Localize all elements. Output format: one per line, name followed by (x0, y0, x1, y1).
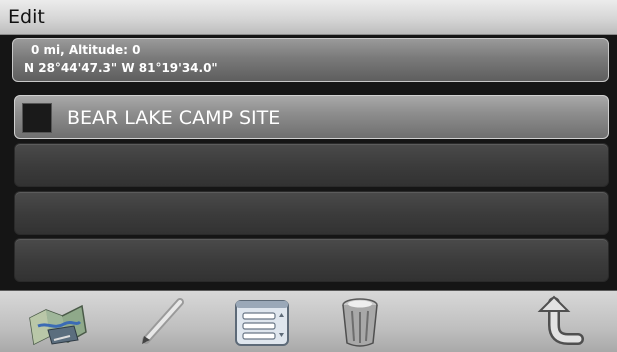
coordinates-text: N 28°44'47.3" W 81°19'34.0" (24, 61, 218, 75)
empty-row-3[interactable] (14, 238, 609, 282)
list-menu-icon (235, 300, 289, 346)
menu-button[interactable] (226, 291, 298, 352)
rename-button[interactable] (126, 291, 198, 352)
edit-screen: Edit 0 mi, Altitude: 0 N 28°44'47.3" W 8… (0, 0, 617, 352)
empty-row-1[interactable] (14, 143, 609, 187)
page-title: Edit (8, 6, 45, 28)
empty-row-2[interactable] (14, 191, 609, 235)
back-button[interactable] (526, 291, 598, 352)
location-info-panel: 0 mi, Altitude: 0 N 28°44'47.3" W 81°19'… (12, 38, 609, 82)
map-icon (29, 304, 87, 346)
map-button[interactable] (22, 291, 94, 352)
pencil-icon (142, 298, 184, 344)
waypoint-name-label: BEAR LAKE CAMP SITE (67, 107, 281, 129)
bottom-toolbar (0, 290, 617, 352)
waypoint-color-swatch[interactable] (22, 103, 52, 133)
waypoint-row-selected[interactable]: BEAR LAKE CAMP SITE (14, 95, 609, 139)
trash-can-icon (342, 298, 378, 347)
distance-altitude-text: 0 mi, Altitude: 0 (31, 43, 141, 57)
delete-button[interactable] (324, 291, 396, 352)
back-arrow-icon (537, 295, 584, 345)
title-bar: Edit (0, 0, 617, 35)
